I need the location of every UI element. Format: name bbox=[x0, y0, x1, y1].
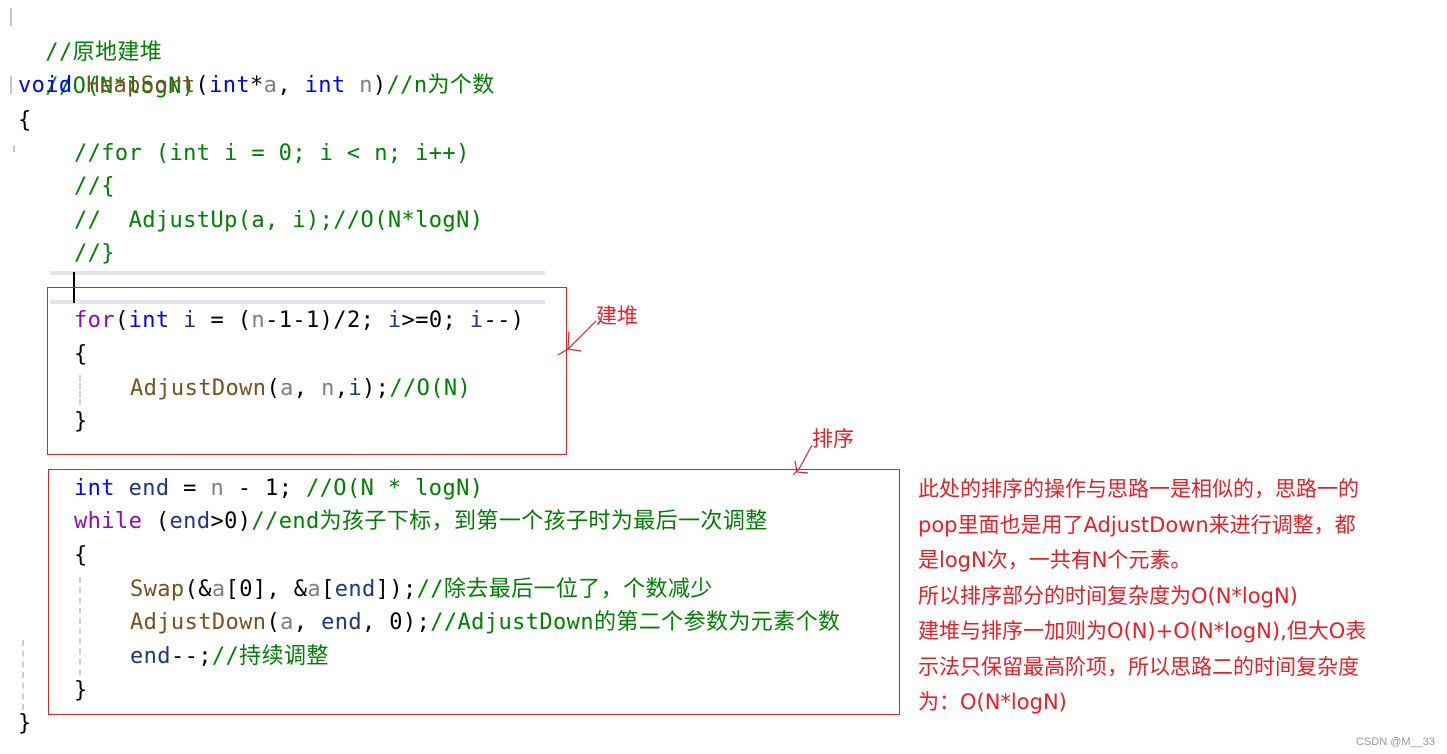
code-line[interactable]: //{ bbox=[74, 170, 115, 204]
punct: ) bbox=[372, 73, 387, 98]
brace: { bbox=[18, 108, 32, 133]
sort-highlight-box bbox=[48, 469, 900, 715]
punct: * bbox=[250, 73, 264, 98]
code-line[interactable]: } bbox=[18, 707, 32, 741]
explanation-note: 此处的排序的操作与思路一是相似的，思路一的 pop里面也是用了AdjustDow… bbox=[918, 472, 1418, 721]
comment: //n为个数 bbox=[386, 73, 495, 98]
build-heap-highlight-box bbox=[47, 287, 567, 455]
code-line[interactable]: //原地建堆 bbox=[18, 2, 162, 65]
code-line[interactable]: //} bbox=[74, 237, 115, 271]
code-line[interactable]: // AdjustUp(a, i);//O(N*logN) bbox=[74, 204, 483, 238]
param: n bbox=[359, 73, 373, 98]
explanation-line: 此处的排序的操作与思路一是相似的，思路一的 bbox=[918, 477, 1359, 501]
punct bbox=[346, 73, 360, 98]
explanation-line: 所以排序部分的时间复杂度为O(N*logN) bbox=[918, 583, 1298, 608]
explanation-line: pop里面也是用了AdjustDown来进行调整，都 bbox=[918, 512, 1356, 537]
comment: //} bbox=[74, 241, 115, 266]
keyword: int bbox=[304, 73, 346, 98]
explanation-line: 是logN次，一共有N个元素。 bbox=[918, 548, 1192, 572]
punct: ( bbox=[195, 73, 210, 98]
code-line-signature[interactable]: void HeapSort(int*a, int n)//n为个数 bbox=[18, 69, 495, 103]
watermark: CSDN @M__33 bbox=[1355, 736, 1435, 748]
gutter-collapse-mark[interactable] bbox=[13, 146, 15, 152]
function-name: HeapSort bbox=[86, 73, 196, 98]
comment: //for (int i = 0; i < n; i++) bbox=[74, 141, 470, 166]
comment: //{ bbox=[74, 174, 115, 199]
explanation-line: 建堆与排序一加则为O(N)+O(N*logN),但大O表 bbox=[918, 619, 1367, 643]
sort-arrow-icon bbox=[792, 444, 813, 476]
gutter-collapse-mark[interactable] bbox=[10, 76, 12, 94]
code-line[interactable]: { bbox=[18, 104, 32, 138]
brace: } bbox=[18, 711, 32, 736]
keyword: int bbox=[209, 73, 251, 98]
explanation-line: 为：O(N*logN) bbox=[918, 690, 1067, 714]
code-line[interactable]: //for (int i = 0; i < n; i++) bbox=[74, 137, 470, 171]
explanation-line: 示法只保留最高阶项，所以思路二的时间复杂度 bbox=[918, 654, 1359, 679]
gutter-collapse-mark[interactable] bbox=[10, 8, 12, 26]
code-line[interactable]: //O(N*logN) bbox=[18, 36, 195, 99]
build-heap-arrow-icon bbox=[557, 320, 597, 356]
keyword: void bbox=[18, 73, 73, 98]
punct: , bbox=[277, 73, 305, 98]
comment: // AdjustUp(a, i);//O(N*logN) bbox=[74, 208, 484, 233]
param: a bbox=[263, 73, 278, 98]
indent-guide bbox=[22, 640, 24, 710]
current-line-top bbox=[50, 271, 545, 275]
